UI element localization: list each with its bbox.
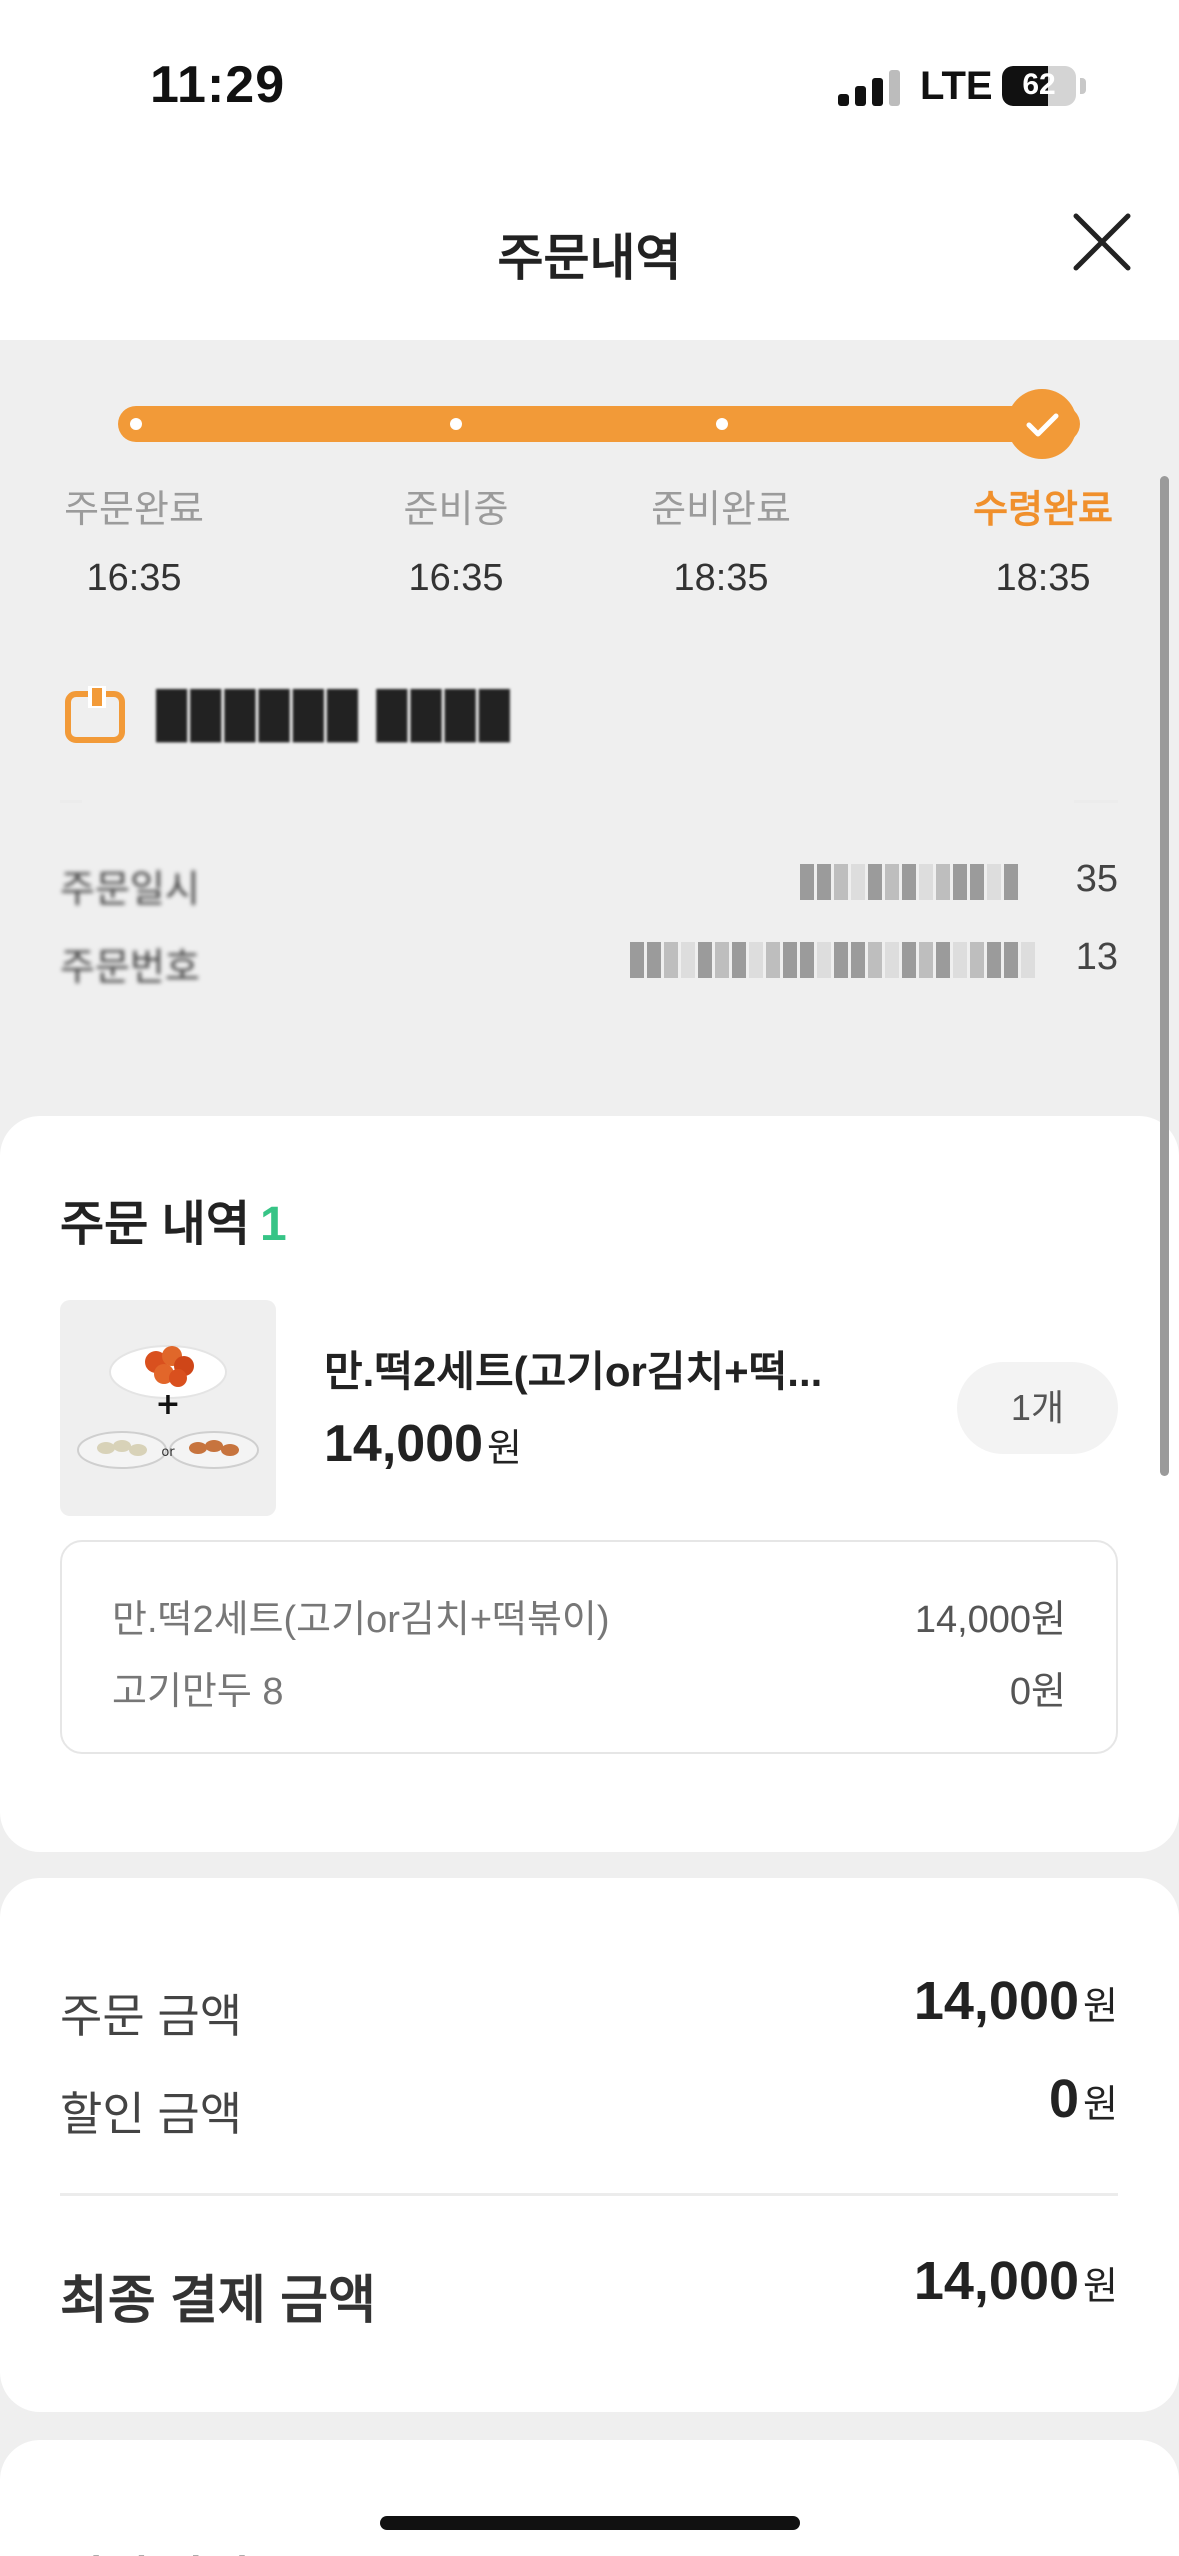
final-amount: 14,000 원 [914, 2250, 1118, 2312]
step-picked-up: 수령완료 18:35 [933, 478, 1153, 600]
page-title: 주문내역 [497, 230, 682, 286]
battery-percent: 62 [1022, 68, 1056, 101]
discount-label: 할인 금액 [60, 2088, 243, 2140]
option-price: 14,000원 [914, 1599, 1066, 1641]
item-price: 14,000 원 [324, 1414, 522, 1474]
option-row: 만.떡2세트(고기or김치+떡볶이) 14,000원 [112, 1588, 1066, 1641]
divider [60, 800, 82, 803]
final-amount-row: 최종 결제 금액 14,000 원 [60, 2248, 1118, 2330]
order-date-row: 주문일시 35 [60, 850, 1118, 911]
order-detail-screen: 11:29 LTE 62 주문내역 주문완료 16:35 준비중 16:35 준… [0, 0, 1179, 2556]
redacted-value [630, 942, 1035, 978]
discount-amount: 0원 [1049, 2068, 1118, 2130]
step-label: 준비중 [403, 489, 509, 531]
order-items-card: 주문 내역 1 + or 만.떡2세트(고기or김치+떡... 14,000 원… [0, 1116, 1179, 1852]
order-items-title-text: 주문 내역 [60, 1198, 250, 1251]
step-ready: 준비완료 18:35 [611, 478, 831, 600]
battery-icon: 62 [1002, 66, 1076, 106]
order-progress-track [118, 406, 1080, 442]
store-icon [65, 686, 125, 743]
step-label: 수령완료 [973, 489, 1113, 531]
currency-unit: 원 [1083, 2266, 1118, 2308]
order-amount-label: 주문 금액 [60, 1990, 243, 2042]
battery-tip [1080, 78, 1086, 94]
order-items-count: 1 [259, 1198, 287, 1251]
item-name: 만.떡2세트(고기or김치+떡... [324, 1348, 823, 1395]
divider [1074, 800, 1118, 803]
status-time: 11:29 [150, 56, 286, 114]
payment-method-title: 결제 방법 [60, 2540, 250, 2556]
option-price: 0원 [1009, 1671, 1066, 1713]
store-name: ██████ ████ [156, 690, 513, 739]
step-time: 16:35 [86, 557, 182, 599]
order-number-value: 13 [1075, 936, 1118, 978]
svg-text:+: + [155, 1387, 180, 1422]
step-time: 18:35 [673, 557, 769, 599]
status-bar: 11:29 LTE 62 [0, 0, 1179, 170]
order-amount-row: 주문 금액 14,000 원 [60, 1970, 1118, 2042]
step-time: 18:35 [995, 557, 1091, 599]
store-row[interactable]: ██████ ████ [60, 680, 860, 750]
order-amount-value: 14,000 [913, 1971, 1080, 2031]
step-order-complete: 주문완료 16:35 [24, 478, 244, 600]
currency-unit: 원 [1083, 2084, 1118, 2126]
option-row: 고기만두 8 0원 [112, 1660, 1066, 1713]
step-label: 주문완료 [64, 489, 204, 531]
item-price-value: 14,000 [324, 1415, 484, 1473]
step-label: 준비완료 [651, 489, 791, 531]
scrollbar[interactable] [1160, 476, 1169, 1476]
order-number-label: 주문번호 [60, 947, 200, 989]
step-time: 16:35 [408, 557, 504, 599]
payment-method-card: 결제 방법 [0, 2440, 1179, 2556]
redacted-value [800, 864, 1018, 900]
final-amount-label: 최종 결제 금액 [60, 2272, 376, 2330]
option-name: 만.떡2세트(고기or김치+떡볶이) [112, 1599, 610, 1641]
close-icon [1073, 213, 1131, 271]
step-preparing: 준비중 16:35 [346, 478, 566, 600]
close-button[interactable] [1062, 202, 1142, 282]
network-type: LTE [920, 64, 993, 108]
item-price-unit: 원 [487, 1428, 523, 1470]
food-image: + or [77, 1345, 259, 1469]
progress-bar [118, 406, 1080, 442]
discount-row: 할인 금액 0원 [60, 2068, 1118, 2140]
order-items-title: 주문 내역 1 [60, 1184, 287, 1254]
progress-dot-2 [450, 418, 462, 430]
order-date-value: 35 [1075, 858, 1118, 900]
discount-value: 0 [1048, 2069, 1080, 2129]
summary-divider [60, 2193, 1118, 2196]
progress-complete-check-icon [1007, 389, 1077, 459]
currency-unit: 원 [1083, 1986, 1118, 2028]
final-amount-value: 14,000 [913, 2251, 1080, 2311]
payment-summary-card: 주문 금액 14,000 원 할인 금액 0원 최종 결제 금액 14,000 원 [0, 1878, 1179, 2412]
order-amount: 14,000 원 [914, 1970, 1118, 2032]
item-options-box: 만.떡2세트(고기or김치+떡볶이) 14,000원 고기만두 8 0원 [60, 1540, 1118, 1754]
cellular-signal-icon [838, 70, 900, 106]
order-date-label: 주문일시 [60, 869, 200, 911]
progress-dot-3 [716, 418, 728, 430]
order-number-row: 주문번호 13 [60, 928, 1118, 989]
item-quantity-badge: 1개 [957, 1362, 1118, 1454]
item-thumbnail: + or [60, 1300, 276, 1516]
svg-text:or: or [161, 1445, 175, 1460]
option-name: 고기만두 8 [112, 1671, 284, 1713]
home-indicator[interactable] [380, 2516, 800, 2530]
page-header: 주문내역 [0, 170, 1179, 340]
progress-dot-1 [130, 418, 142, 430]
